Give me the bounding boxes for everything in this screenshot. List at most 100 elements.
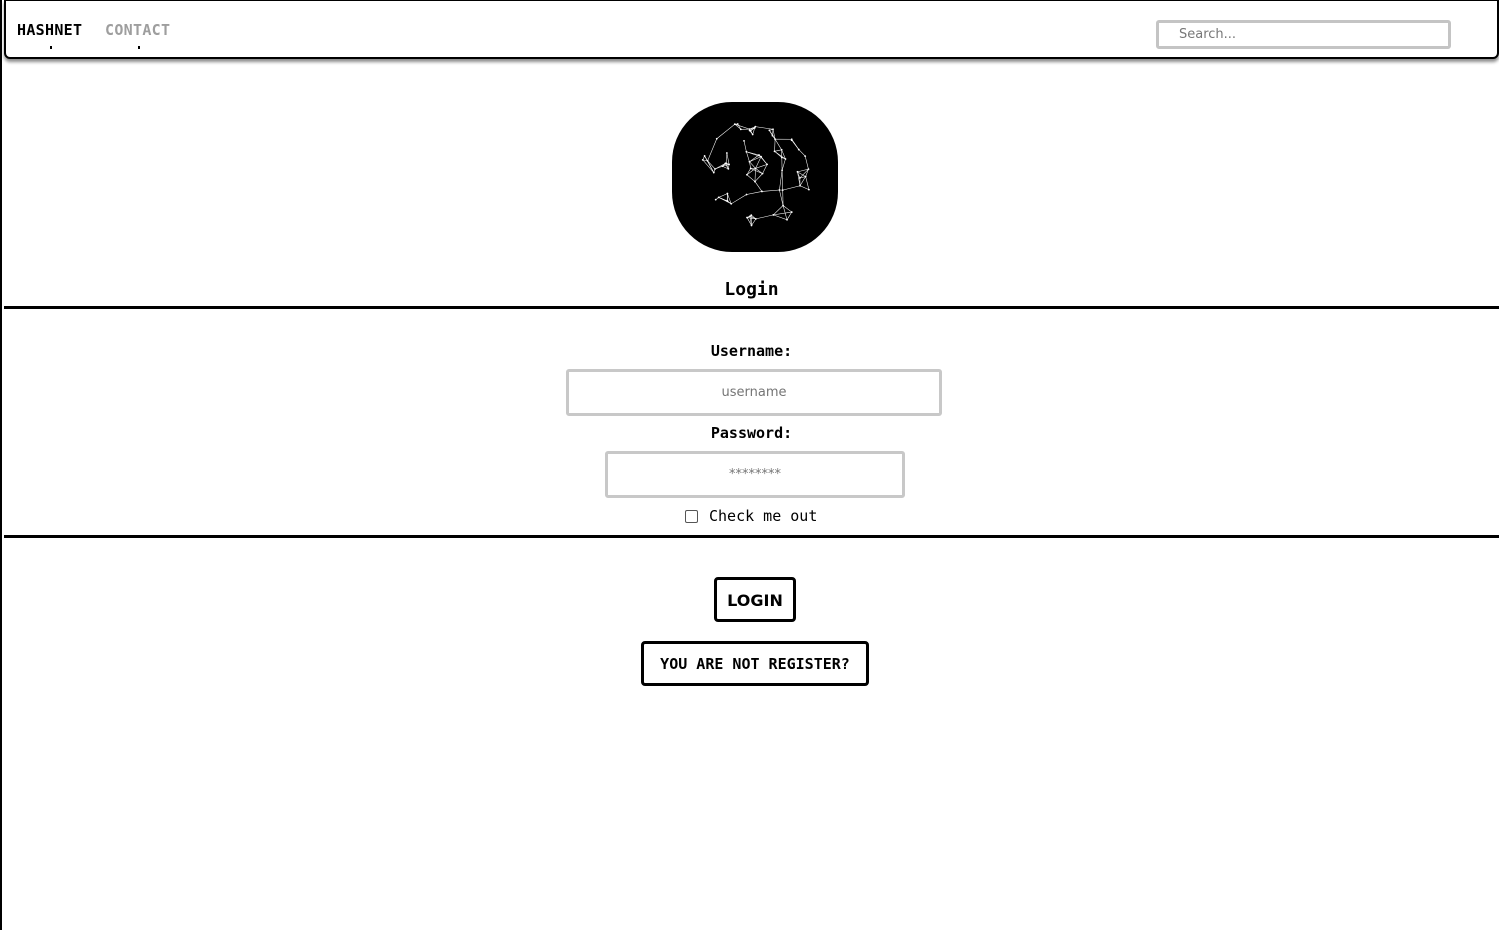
mesh-node <box>701 158 704 161</box>
mesh-edge <box>707 138 718 161</box>
mesh-edge <box>774 139 776 152</box>
mesh-node <box>749 215 751 218</box>
mesh-node <box>753 127 756 129</box>
mesh-edge <box>718 193 728 198</box>
mesh-node <box>808 188 810 191</box>
mesh-edge <box>746 174 756 182</box>
mesh-edge <box>746 168 751 175</box>
mesh-node <box>774 138 777 141</box>
mesh-edge <box>791 139 800 150</box>
mesh-edge <box>734 123 750 130</box>
nav-link-indicator <box>49 46 52 49</box>
mesh-node <box>739 128 742 131</box>
mesh-node <box>754 217 757 220</box>
mesh-node <box>781 169 783 172</box>
mesh-node <box>761 172 764 175</box>
mesh-node <box>778 189 781 191</box>
logo-graphic <box>701 123 810 227</box>
mesh-node <box>754 180 756 183</box>
mesh-node <box>768 129 771 132</box>
mesh-edge <box>782 185 801 191</box>
mesh-node <box>726 192 729 195</box>
login-button[interactable]: LOGIN <box>714 577 796 622</box>
mesh-node <box>715 137 718 140</box>
mesh-node <box>773 150 776 153</box>
checkbox-label: Check me out <box>709 507 818 525</box>
nav-link-hashnet-label: HASHNET <box>17 21 83 39</box>
mesh-node <box>721 165 724 168</box>
mesh-node <box>748 160 751 163</box>
password-field[interactable] <box>605 451 905 498</box>
mesh-node <box>727 167 730 170</box>
mesh-node <box>748 128 751 131</box>
nav-link-hashnet[interactable]: HASHNET <box>17 21 83 49</box>
mesh-edge <box>799 185 810 190</box>
divider-top <box>4 306 1499 309</box>
network-mesh-icon <box>672 102 838 252</box>
username-label: Username: <box>710 342 793 360</box>
mesh-node <box>714 168 716 170</box>
mesh-node <box>780 156 783 159</box>
mesh-node <box>712 171 715 174</box>
mesh-node <box>771 134 774 137</box>
mesh-edge <box>781 170 783 191</box>
mesh-node <box>807 168 810 171</box>
nav-link-indicator <box>137 46 140 49</box>
mesh-node <box>745 173 748 176</box>
mesh-node <box>790 211 793 213</box>
mesh-edge <box>718 197 728 202</box>
mesh-node <box>798 177 801 179</box>
mesh-node <box>730 202 733 205</box>
mesh-edge <box>726 152 730 165</box>
mesh-edge <box>746 151 750 162</box>
mesh-node <box>766 163 769 166</box>
mesh-node <box>758 154 760 156</box>
mesh-edge <box>805 176 810 190</box>
mesh-edge <box>797 171 806 177</box>
nav-link-contact-label: CONTACT <box>105 21 171 39</box>
mesh-node <box>786 218 788 221</box>
mesh-node <box>714 198 717 201</box>
mesh-edge <box>754 181 763 192</box>
mesh-edge <box>774 149 782 152</box>
divider-bottom <box>4 535 1499 538</box>
mesh-node <box>782 204 784 207</box>
username-field[interactable] <box>566 369 942 416</box>
mesh-edge <box>798 149 806 157</box>
mesh-edge <box>804 156 809 170</box>
mesh-node <box>772 214 775 216</box>
mesh-edge <box>755 214 774 220</box>
mesh-edge <box>755 126 774 130</box>
nav-link-contact[interactable]: CONTACT <box>105 21 171 49</box>
mesh-node <box>736 123 739 125</box>
mesh-node <box>746 216 748 219</box>
mesh-node <box>780 148 783 151</box>
mesh-edge <box>746 191 762 195</box>
mesh-edge <box>754 173 763 182</box>
mesh-edge <box>773 214 788 221</box>
mesh-edge <box>781 158 786 171</box>
mesh-node <box>745 193 748 196</box>
mesh-node <box>749 167 752 170</box>
mesh-edge <box>779 170 783 191</box>
mesh-edge <box>774 139 782 150</box>
mesh-edge <box>746 168 756 175</box>
mesh-node <box>751 133 754 136</box>
register-button[interactable]: YOU ARE NOT REGISTER? <box>641 641 869 686</box>
mesh-node <box>743 139 745 142</box>
remember-checkbox-row[interactable]: Check me out <box>685 506 817 526</box>
mesh-node <box>772 128 774 131</box>
mesh-edge <box>716 123 736 139</box>
mesh-edge <box>737 123 742 130</box>
mesh-edge <box>725 152 728 164</box>
mesh-node <box>797 148 800 151</box>
mesh-node <box>728 163 730 166</box>
mesh-node <box>725 152 728 154</box>
search-input[interactable] <box>1156 20 1451 49</box>
mesh-node <box>725 162 728 165</box>
top-navbar: HASHNET CONTACT <box>4 0 1499 59</box>
check-me-out-checkbox[interactable] <box>685 509 698 523</box>
mesh-node <box>703 155 706 157</box>
mesh-node <box>760 155 762 158</box>
mesh-node <box>761 190 763 193</box>
